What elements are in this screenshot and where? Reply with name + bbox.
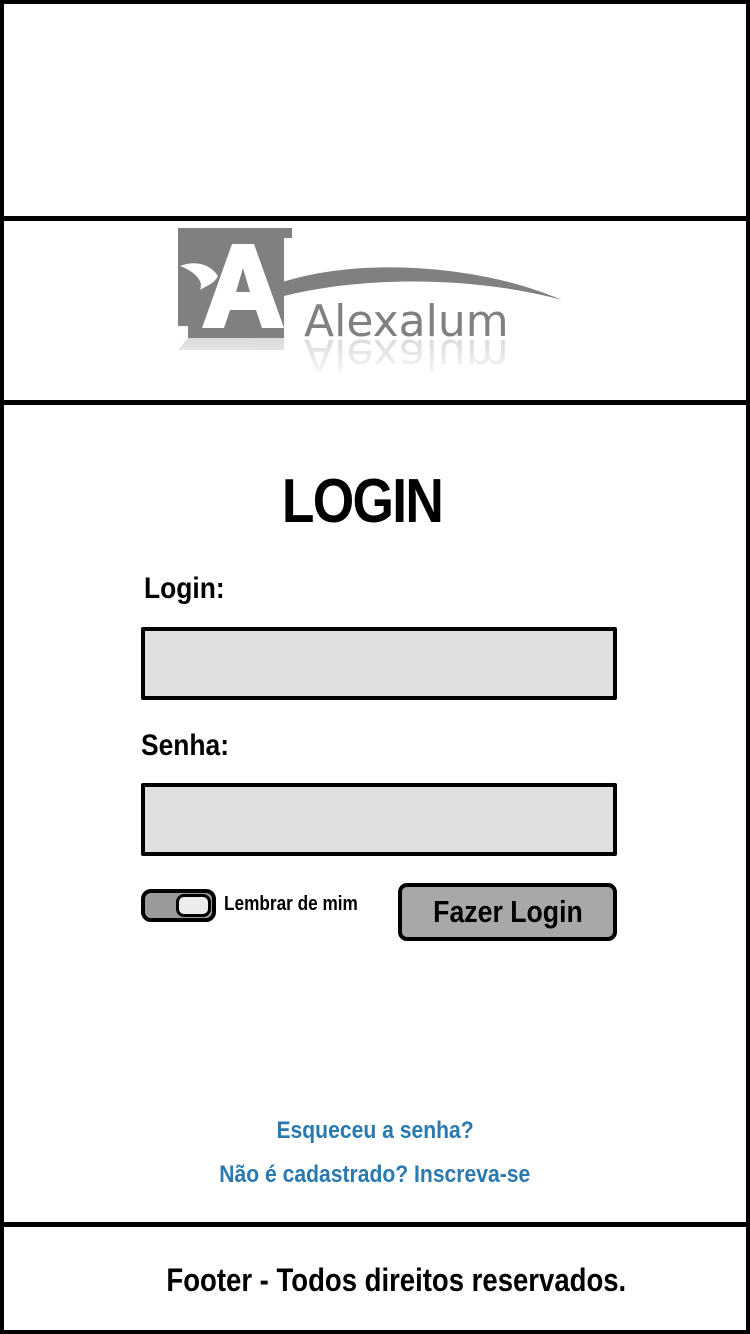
password-input[interactable] <box>141 783 617 856</box>
login-button[interactable]: Fazer Login <box>398 883 617 941</box>
forgot-password-link[interactable]: Esqueceu a senha? <box>4 1117 746 1145</box>
brand-logo: Alexalum Alexalum <box>174 226 584 382</box>
signup-link[interactable]: Não é cadastrado? Inscreva-se <box>4 1161 746 1189</box>
toggle-knob-icon <box>176 894 211 917</box>
alexalum-logo-icon: Alexalum Alexalum <box>174 228 584 382</box>
signup-text: Não é cadastrado? Inscreva-se <box>219 1161 531 1188</box>
login-label: Login: <box>144 572 225 605</box>
footer-divider <box>4 1222 750 1227</box>
logo-divider <box>4 400 750 405</box>
login-button-label: Fazer Login <box>432 894 583 929</box>
footer: Footer - Todos direitos reservados. <box>4 1262 750 1299</box>
remember-me-label: Lembrar de mim <box>224 893 358 915</box>
forgot-password-text: Esqueceu a senha? <box>276 1117 474 1144</box>
header <box>4 4 746 212</box>
header-divider <box>4 216 750 221</box>
login-input[interactable] <box>141 627 617 700</box>
footer-text: Footer - Todos direitos reservados. <box>166 1262 626 1298</box>
password-label: Senha: <box>141 729 230 762</box>
remember-me-toggle[interactable] <box>141 889 216 922</box>
app-frame: Alexalum Alexalum LOGIN Login: Senha: Le… <box>0 0 750 1334</box>
page-title: LOGIN <box>281 467 444 536</box>
